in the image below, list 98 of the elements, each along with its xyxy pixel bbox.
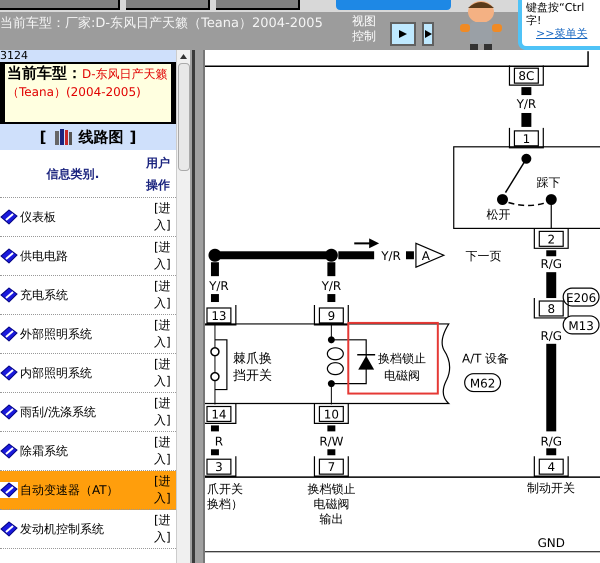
- connector-code: M13: [568, 318, 594, 333]
- category-row[interactable]: 自动变速器（AT） [进入]: [0, 471, 176, 510]
- wire: [546, 272, 556, 298]
- category-label: 仪表板: [19, 209, 57, 226]
- category-label: 外部照明系统: [19, 326, 93, 343]
- toolbar-button[interactable]: [0, 0, 120, 10]
- book-icon: [0, 521, 18, 537]
- category-label: 除霜系统: [19, 443, 69, 460]
- wire-label: R/G: [540, 257, 562, 272]
- wire-label: R/G: [540, 328, 562, 343]
- toolbar-button[interactable]: [216, 0, 300, 10]
- book-icon: [0, 287, 18, 303]
- connector-code: E206: [566, 291, 596, 306]
- component-label: 电磁阀: [384, 368, 420, 383]
- pin-number: 8C: [518, 69, 534, 84]
- wire: [210, 449, 219, 456]
- bracket-text: ]: [130, 126, 136, 148]
- wire-label: Y/R: [381, 249, 401, 264]
- category-label: 供电电路: [19, 248, 69, 265]
- switch-label: 松开: [486, 207, 511, 222]
- wire-label: R/W: [319, 434, 344, 448]
- next-button[interactable]: [422, 22, 434, 46]
- column-header: 用户操作: [146, 154, 171, 194]
- arrow-icon: [354, 238, 380, 248]
- bracket-text: [: [40, 126, 46, 148]
- arrow-right-icon: [398, 29, 408, 39]
- wire-label: R: [214, 434, 224, 448]
- toolbar-button[interactable]: [126, 0, 210, 10]
- book-icon: [0, 482, 18, 498]
- component-label: 电磁阀: [313, 496, 350, 511]
- component-label: 换档锁止: [378, 352, 426, 366]
- wire-label: Y/R: [322, 279, 342, 294]
- code-label: 3124: [0, 50, 176, 62]
- wire: [327, 449, 336, 456]
- wire-label: R/G: [540, 434, 562, 448]
- enter-link[interactable]: [进入]: [154, 200, 176, 234]
- scroll-up-icon[interactable]: [180, 54, 187, 59]
- pin-number: 4: [547, 460, 556, 474]
- pin-number: 7: [328, 460, 336, 474]
- wire: [210, 294, 219, 302]
- page-link-label: 下一页: [466, 249, 502, 264]
- pin-number: 8: [547, 302, 556, 316]
- arrow-right-icon: [424, 30, 432, 38]
- view-control-label: 视图控制: [352, 14, 377, 44]
- pin-number: 2: [547, 232, 556, 246]
- book-icon: [0, 365, 18, 381]
- component-label: 换档锁止: [307, 482, 356, 496]
- enter-link[interactable]: [进入]: [154, 239, 176, 273]
- component-label: 制动开关: [527, 481, 576, 496]
- connector-code: M62: [470, 376, 496, 391]
- enter-link[interactable]: [进入]: [154, 434, 176, 468]
- component-label: 爪开关: [207, 482, 243, 496]
- component-label: 输出: [319, 512, 344, 526]
- category-label: 自动变速器（AT）: [19, 482, 120, 499]
- category-label: 发动机控制系统: [19, 521, 105, 538]
- current-model-text: 当前车型：D-东风日产天籁（Teana）(2004-2005): [7, 67, 168, 99]
- pin-number: 1: [522, 132, 530, 146]
- pin-number: 10: [324, 407, 339, 422]
- wire-label: Y/R: [516, 97, 536, 111]
- enter-link[interactable]: [进入]: [154, 278, 176, 312]
- book-icon: [0, 404, 18, 420]
- category-label: 雨刮/洗涤系统: [19, 404, 98, 421]
- header-title: 当前车型：厂家:D-东风日产天籁（Teana）2004-2005: [0, 15, 324, 33]
- switch-label: 踩下: [536, 176, 560, 190]
- next-button[interactable]: [390, 22, 416, 46]
- ground-label: GND: [538, 536, 565, 550]
- wire: [546, 448, 556, 456]
- device-label: A/T 设备: [462, 352, 510, 366]
- component-label: 换档）: [207, 496, 243, 511]
- section-title: 线路图: [78, 126, 124, 148]
- pin-number: 13: [211, 308, 227, 323]
- component-label: 挡开关: [232, 368, 272, 384]
- book-icon: [0, 248, 18, 264]
- wire: [521, 112, 532, 127]
- book-icon: [0, 443, 18, 459]
- pin-number: 3: [215, 460, 223, 474]
- offpage-letter: A: [422, 249, 430, 264]
- wire: [327, 294, 336, 302]
- component-label: 棘爪换: [232, 352, 272, 367]
- book-icon: [0, 209, 18, 225]
- wire-label: Y/R: [209, 279, 229, 294]
- menu-close-link[interactable]: >>菜单关: [526, 27, 596, 40]
- enter-link[interactable]: [进入]: [154, 317, 176, 351]
- book-icon: [0, 326, 18, 342]
- category-label: 内部照明系统: [19, 365, 93, 382]
- scroll-thumb[interactable]: [178, 63, 190, 171]
- column-header: 信息类别.: [45, 166, 100, 182]
- tooltip-text: 键盘按“Ctrl: [526, 1, 586, 14]
- books-icon: [52, 128, 72, 146]
- enter-link[interactable]: [进入]: [154, 356, 176, 390]
- pin-number: 14: [211, 407, 227, 422]
- enter-link[interactable]: [进入]: [154, 473, 176, 507]
- enter-link[interactable]: [进入]: [154, 512, 176, 546]
- enter-link[interactable]: [进入]: [154, 395, 176, 429]
- category-label: 充电系统: [19, 287, 69, 304]
- tooltip-text: 字!: [526, 14, 542, 27]
- pin-number: 9: [328, 308, 336, 323]
- scrollbar[interactable]: [176, 50, 190, 563]
